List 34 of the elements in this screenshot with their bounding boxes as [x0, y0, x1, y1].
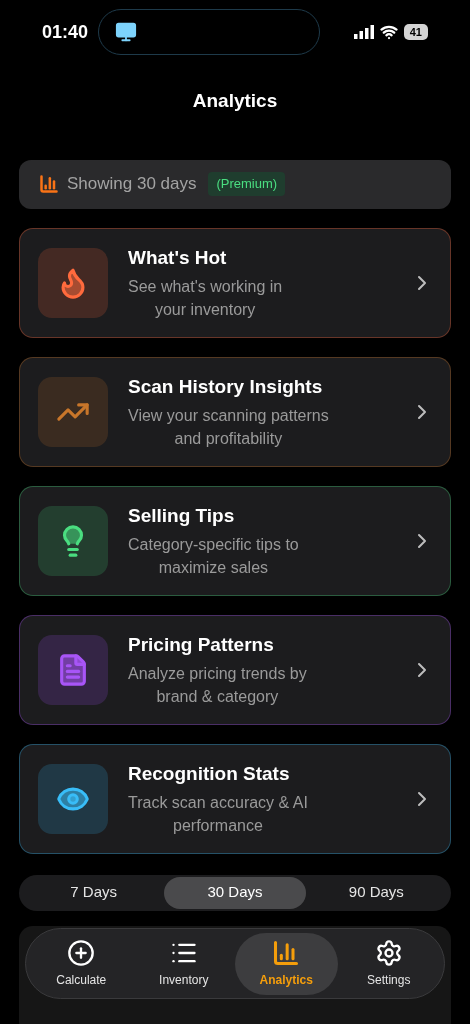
card-title: Selling Tips: [128, 504, 236, 529]
wifi-icon: [379, 23, 398, 41]
settings-icon: [374, 938, 403, 967]
analytics-card[interactable]: Pricing Patterns Analyze pricing trends by brand & category: [19, 614, 451, 725]
range-segment[interactable]: 7 Days: [23, 876, 165, 909]
card-subtitle: Track scan accuracy & AI performance: [128, 792, 308, 836]
range-segment[interactable]: 90 Days: [305, 876, 447, 909]
card-title: What's Hot: [128, 246, 228, 271]
card-subtitle: Category-specific tips to maximize sales: [128, 534, 299, 578]
tab-item[interactable]: Inventory: [132, 932, 235, 995]
analytics-card[interactable]: Recognition Stats Track scan accuracy & AI performance: [19, 743, 451, 854]
card-subtitle: View your scanning patterns and profitability: [128, 405, 329, 449]
analytics-card[interactable]: Selling Tips Category-specific tips to maximize sales: [19, 485, 451, 596]
status-time: 01:40: [42, 20, 89, 44]
card-title: Scan History Insights: [128, 375, 324, 400]
tab-item[interactable]: Settings: [337, 932, 440, 995]
card-subtitle: Analyze pricing trends by brand & category: [128, 663, 307, 707]
tab-item[interactable]: Calculate: [30, 932, 133, 995]
range-segment[interactable]: 30 Days: [164, 876, 306, 909]
card-title: Pricing Patterns: [128, 633, 275, 658]
signal-icon: [353, 25, 374, 39]
bar-chart-icon: [272, 938, 301, 967]
page-title: Analytics: [191, 89, 279, 113]
battery-indicator: 41: [403, 24, 428, 40]
premium-badge: (Premium): [208, 172, 286, 196]
monitor-icon: [114, 21, 137, 43]
tab-item[interactable]: Analytics: [235, 932, 338, 995]
bar-chart-icon: [39, 174, 59, 194]
card-title: Recognition Stats: [128, 762, 291, 787]
plus-icon: [67, 938, 96, 967]
banner-text: Showing 30 days: [67, 173, 197, 196]
analytics-card[interactable]: What's Hot See what's working in your inventory: [19, 227, 451, 338]
analytics-card[interactable]: Scan History Insights View your scanning patterns and profitability: [19, 356, 451, 467]
card-subtitle: See what's working in your inventory: [128, 276, 283, 320]
